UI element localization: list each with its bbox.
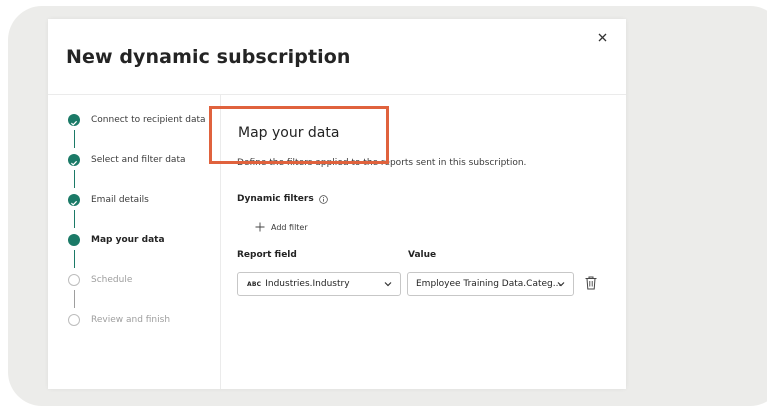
value-label: Value xyxy=(408,250,437,260)
step-connector xyxy=(73,290,75,308)
close-icon xyxy=(598,33,606,41)
step-pending-icon xyxy=(68,314,80,326)
step-label: Connect to recipient data xyxy=(91,115,206,125)
step-complete-icon xyxy=(68,154,80,166)
chevron-down-icon xyxy=(557,282,565,287)
value-select[interactable]: Employee Training Data.Categ... xyxy=(407,272,574,296)
step-connector xyxy=(73,130,75,148)
report-field-select[interactable]: ABC Industries.Industry xyxy=(237,272,401,296)
trash-icon xyxy=(585,276,597,290)
new-dynamic-subscription-dialog: New dynamic subscription Connect to reci… xyxy=(48,19,626,389)
close-button[interactable] xyxy=(595,30,609,44)
step-complete-icon xyxy=(68,114,80,126)
step-label: Select and filter data xyxy=(91,155,186,165)
header-divider xyxy=(48,94,626,95)
step-pending-icon xyxy=(68,274,80,286)
text-type-icon: ABC xyxy=(247,280,262,288)
dynamic-filters-label: Dynamic filters xyxy=(237,194,314,204)
highlight-box xyxy=(209,106,389,164)
plus-icon xyxy=(255,222,265,232)
report-field-label: Report field xyxy=(237,250,297,260)
add-filter-button[interactable]: Add filter xyxy=(255,222,308,232)
delete-filter-button[interactable] xyxy=(584,275,598,291)
dialog-title: New dynamic subscription xyxy=(66,46,351,68)
value-select-value: Employee Training Data.Categ... xyxy=(416,279,562,289)
step-label: Review and finish xyxy=(91,315,171,325)
step-connector xyxy=(73,170,75,188)
chevron-down-icon xyxy=(384,282,392,287)
dynamic-filters-heading: Dynamic filters xyxy=(237,194,328,204)
add-filter-label: Add filter xyxy=(271,222,308,232)
info-icon[interactable] xyxy=(318,194,328,204)
step-complete-icon xyxy=(68,194,80,206)
report-field-value: Industries.Industry xyxy=(265,279,350,289)
step-connector xyxy=(73,250,75,268)
step-label: Schedule xyxy=(91,275,133,285)
step-current-icon xyxy=(68,234,80,246)
step-connector xyxy=(73,210,75,228)
step-label: Email details xyxy=(91,195,149,205)
step-label: Map your data xyxy=(91,235,165,245)
